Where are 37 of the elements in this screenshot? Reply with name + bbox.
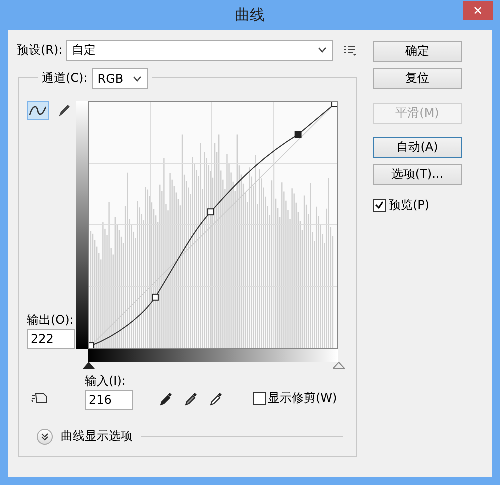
show-clipping-checkbox[interactable]: 显示修剪(W) [253,390,338,407]
output-label: 输出(O): [27,312,75,329]
expand-toggle-icon[interactable] [37,428,53,444]
double-chevron-icon [41,432,49,440]
eyedropper-icon[interactable] [209,391,223,407]
eyedropper-icon[interactable] [184,391,198,407]
preset-dropdown[interactable]: 自定 [66,40,333,61]
curve-tool-button[interactable] [27,101,49,120]
window-title: 曲线 [235,6,265,24]
checkbox-box[interactable] [253,392,266,405]
dialog-button[interactable]: 自动(A) [373,137,462,158]
input-label: 输入(I): [85,373,127,390]
input-field[interactable]: 216 [85,390,133,410]
slider-handle-icon[interactable] [83,362,95,369]
preset-menu-icon[interactable] [344,46,357,56]
dialog-button[interactable]: 选项(T)... [373,164,462,185]
eyedropper-icon[interactable] [159,391,173,407]
curve-icon [29,104,47,116]
control-point[interactable] [152,294,159,301]
pencil-icon [57,102,71,118]
chevron-icon [132,76,142,82]
preset-label: 预设(R): [17,42,63,59]
control-point[interactable] [208,208,214,216]
channel-dropdown[interactable]: RGB [92,68,148,89]
control-point[interactable] [294,131,302,138]
control-point[interactable] [332,101,338,108]
slider-handle-icon[interactable] [333,362,345,369]
dialog-button[interactable]: 复位 [373,68,462,89]
channel-label: 通道(C): [42,70,88,87]
check-icon [375,201,384,210]
chevron-icon [318,46,327,52]
display-options-label: 曲线显示选项 [61,428,133,445]
preview-label: 预览(P) [389,197,430,214]
preview-checkbox[interactable] [373,199,386,212]
output-field[interactable]: 222 [27,329,75,349]
close-button[interactable]: ✕ [463,1,493,20]
dialog-button[interactable]: 确定 [373,41,462,62]
